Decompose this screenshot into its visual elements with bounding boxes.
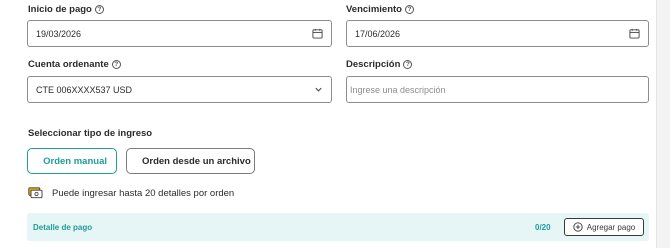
description-label: Descripción ? [346, 59, 413, 70]
account-label: Cuenta ordenante ? [28, 59, 121, 70]
calendar-icon[interactable] [629, 28, 640, 39]
description-input[interactable] [350, 84, 645, 95]
info-text: Puede ingresar hasta 20 detalles por ord… [52, 187, 235, 199]
info-message: Puede ingresar hasta 20 detalles por ord… [28, 187, 234, 199]
account-value: CTE 006XXXX537 USD [36, 84, 133, 95]
help-circle-icon[interactable]: ? [111, 60, 121, 69]
calendar-icon[interactable] [312, 28, 323, 39]
payment-detail-bar: Detalle de pago 0/20 Agregar pago [27, 213, 649, 241]
file-order-button[interactable]: Orden desde un archivo [126, 148, 255, 174]
help-circle-icon[interactable]: ? [404, 5, 414, 14]
file-order-label: Orden desde un archivo [142, 155, 251, 167]
manual-order-button[interactable]: Orden manual [27, 148, 117, 174]
payment-detail-count: 0/20 [535, 223, 551, 232]
description-label-text: Descripción [346, 59, 401, 70]
help-circle-icon[interactable]: ? [94, 5, 104, 14]
start-date-label-text: Inicio de pago [28, 4, 92, 15]
scrollbar[interactable] [656, 0, 670, 248]
payment-order-form: Inicio de pago ? 19/03/2026 Vencimiento … [0, 0, 656, 248]
income-type-title: Seleccionar tipo de ingreso [28, 128, 153, 139]
due-date-value: 17/06/2026 [355, 28, 401, 39]
help-circle-icon[interactable]: ? [403, 60, 413, 69]
add-payment-label: Agregar pago [586, 222, 636, 232]
account-select[interactable]: CTE 006XXXX537 USD [27, 76, 332, 103]
due-date-field[interactable]: 17/06/2026 [346, 20, 649, 47]
due-date-label: Vencimiento ? [346, 4, 414, 15]
start-date-value: 19/03/2026 [36, 28, 82, 39]
chevron-down-icon[interactable] [314, 85, 323, 94]
card-money-icon [28, 187, 43, 199]
start-date-field[interactable]: 19/03/2026 [27, 20, 332, 47]
plus-circle-icon [573, 222, 583, 232]
add-payment-button[interactable]: Agregar pago [564, 218, 644, 236]
start-date-label: Inicio de pago ? [28, 4, 104, 15]
manual-order-label: Orden manual [43, 155, 107, 167]
account-label-text: Cuenta ordenante [28, 59, 109, 70]
due-date-label-text: Vencimiento [346, 4, 402, 15]
description-field[interactable] [346, 76, 649, 103]
payment-detail-title: Detalle de pago [33, 223, 93, 232]
